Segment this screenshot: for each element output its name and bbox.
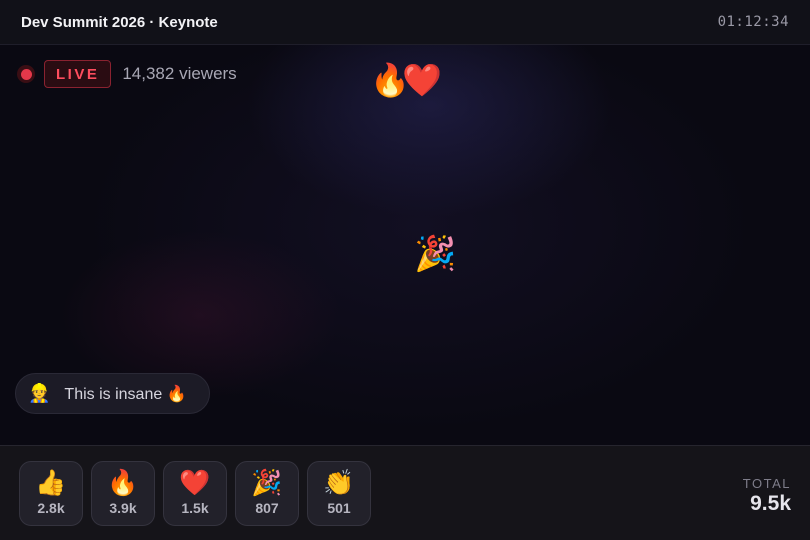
stream-title: Dev Summit 2026 · Keynote [21,13,218,31]
video-stage: LIVE 14,382 viewers 🔥 ❤️ 🎉 👷 This is ins… [0,45,810,445]
reaction-count: 3.9k [109,500,137,516]
chat-avatar: 👷 [28,383,51,403]
stream-timer: 01:12:34 [717,14,789,30]
record-dot-icon [17,65,35,83]
viewer-count: 14,382 viewers [122,64,237,83]
top-bar: Dev Summit 2026 · Keynote 01:12:34 [0,0,810,45]
party-popper-icon: 🎉 [251,469,283,497]
reaction-count: 501 [327,500,351,516]
chat-message: 👷 This is insane 🔥 [15,373,210,414]
reaction-count: 1.5k [181,500,209,516]
chat-message-text: This is insane 🔥 [64,385,187,403]
reaction-count: 2.8k [37,500,65,516]
reaction-bar: 👍 2.8k 🔥 3.9k ❤️ 1.5k 🎉 807 👏 501 TOTAL … [0,445,810,540]
fire-icon: 🔥 [107,469,139,497]
clapping-hands-icon: 👏 [323,469,355,497]
reaction-button-heart[interactable]: ❤️ 1.5k [163,461,227,526]
total-value: 9.5k [750,492,791,515]
floating-reaction-heart: ❤️ [402,62,442,98]
reaction-button-thumbs-up[interactable]: 👍 2.8k [19,461,83,526]
total-reactions: TOTAL 9.5k [743,476,791,516]
reaction-button-party[interactable]: 🎉 807 [235,461,299,526]
live-status: LIVE 14,382 viewers [17,60,237,88]
live-badge: LIVE [44,60,112,88]
floating-reaction-party: 🎉 [414,235,457,273]
heart-icon: ❤️ [179,469,211,497]
total-label: TOTAL [742,476,791,491]
reaction-button-fire[interactable]: 🔥 3.9k [91,461,155,526]
thumbs-up-icon: 👍 [35,469,67,497]
reaction-count: 807 [255,500,279,516]
reaction-button-clap[interactable]: 👏 501 [307,461,371,526]
